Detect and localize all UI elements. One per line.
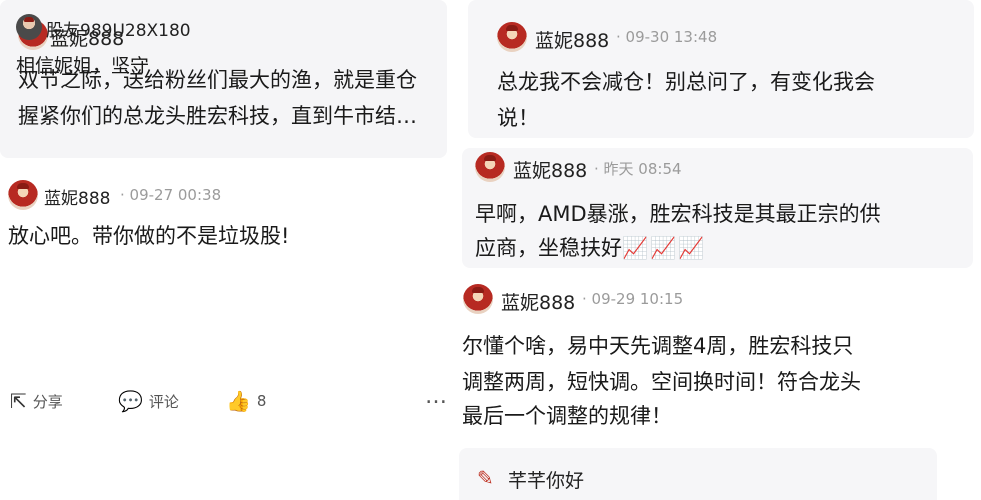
post-text-line-2: 握紧你们的总龙头胜宏科技，直到牛市结… <box>18 104 417 128</box>
comment-3-avatar[interactable] <box>463 284 493 314</box>
comment-2-line-1: 早啊，AMD暴涨，胜宏科技是其最正宗的供 <box>475 202 881 226</box>
comment-3-line-3: 最后一个调整的规律！ <box>462 404 672 428</box>
comment-1-line-1: 总龙我不会减仓！别总问了，有变化我会 <box>497 70 875 94</box>
share-icon: ⇱ <box>10 389 27 413</box>
like-button[interactable]: 👍 8 <box>226 389 266 413</box>
comment-2-line-2-text: 应商，坐稳扶好 <box>475 236 622 260</box>
more-icon: … <box>425 384 447 409</box>
comment-meta: · 09-27 00:38 <box>120 186 222 204</box>
reply-avatar[interactable] <box>16 14 42 40</box>
reply-4-author[interactable]: 芊芊你好 <box>508 466 584 493</box>
comment-3-meta: · 09-29 10:15 <box>582 290 684 308</box>
comment-text: 放心吧。带你做的不是垃圾股! <box>8 224 290 248</box>
share-button[interactable]: ⇱ 分享 <box>10 389 63 413</box>
comment-3-line-1: 尔懂个啥，易中天先调整4周，胜宏科技只 <box>462 334 854 358</box>
reply-author[interactable]: 股友989U28X180 <box>46 16 191 41</box>
like-count: 8 <box>256 392 267 410</box>
comment-3-author[interactable]: 蓝妮888 <box>501 288 575 315</box>
thumbs-up-icon: 👍 <box>226 389 251 413</box>
comment-1-avatar[interactable] <box>497 22 527 52</box>
comment-1-author[interactable]: 蓝妮888 <box>535 26 609 53</box>
comment-2-author[interactable]: 蓝妮888 <box>513 156 587 183</box>
comment-label: 评论 <box>148 392 179 411</box>
comment-button[interactable]: 💬 评论 <box>118 389 179 413</box>
paint-brush-icon: ✎ <box>477 466 494 490</box>
chart-up-icon: 📈📈📈 <box>622 236 707 260</box>
comment-3-line-2: 调整两周，短快调。空间换时间！符合龙头 <box>462 370 861 394</box>
comment-1-line-2: 说！ <box>497 106 539 130</box>
comment-2-avatar[interactable] <box>475 152 505 182</box>
comment-author[interactable]: 蓝妮888 <box>44 184 110 209</box>
comment-2-line-2: 应商，坐稳扶好📈📈📈 <box>475 230 706 266</box>
share-label: 分享 <box>32 392 63 411</box>
reply-text: 相信妮姐，坚守 <box>16 55 150 77</box>
comment-1-meta: · 09-30 13:48 <box>616 28 718 46</box>
comment-2-meta: · 昨天 08:54 <box>594 160 682 178</box>
comment-avatar[interactable] <box>8 180 38 210</box>
comment-icon: 💬 <box>118 389 143 413</box>
more-button[interactable]: … <box>425 384 447 409</box>
